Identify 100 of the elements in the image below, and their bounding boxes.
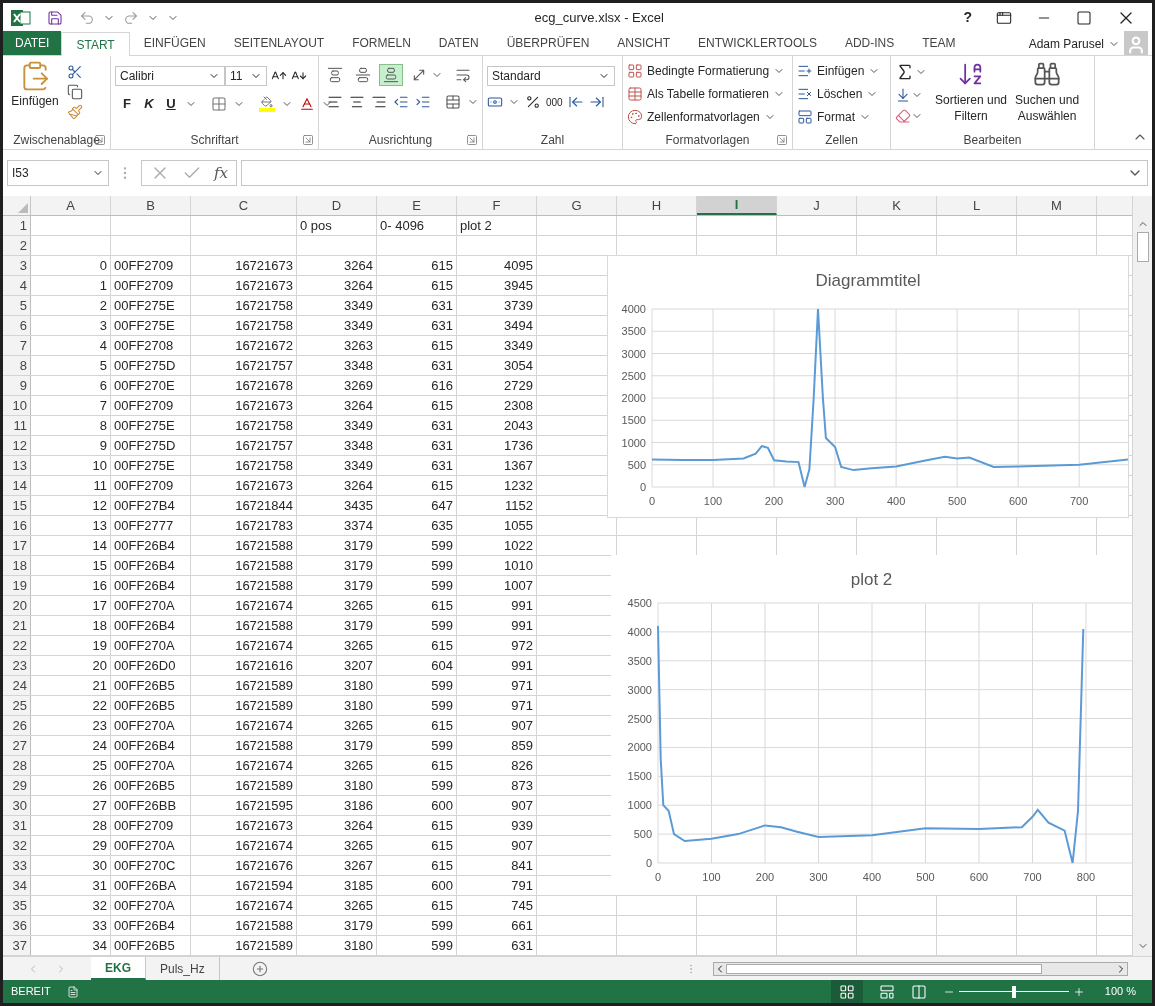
align-center-icon[interactable]	[349, 94, 365, 110]
row-header[interactable]: 11	[3, 416, 31, 435]
row-header[interactable]: 29	[3, 776, 31, 795]
merge-cells-icon[interactable]	[445, 94, 461, 110]
ribbon-tab[interactable]: ENTWICKLERTOOLS	[684, 31, 831, 55]
ribbon-tab[interactable]: DATEN	[424, 31, 493, 55]
font-size-field[interactable]: 11	[225, 66, 267, 86]
ribbon-tab[interactable]: START	[61, 32, 130, 56]
row-header[interactable]: 18	[3, 556, 31, 575]
column-header[interactable]: J	[777, 196, 857, 215]
redo-icon[interactable]	[123, 9, 139, 26]
styles-menu-button[interactable]: Zellenformatvorlagen	[627, 108, 786, 126]
row-header[interactable]: 7	[3, 336, 31, 355]
ribbon-tab[interactable]: ANSICHT	[603, 31, 684, 55]
row-header[interactable]: 3	[3, 256, 31, 275]
row-header[interactable]: 15	[3, 496, 31, 515]
row-header[interactable]: 32	[3, 836, 31, 855]
column-header[interactable]: F	[457, 196, 537, 215]
row-header[interactable]: 35	[3, 896, 31, 915]
row-header[interactable]: 4	[3, 276, 31, 295]
select-all-icon[interactable]	[18, 203, 28, 213]
file-tab[interactable]: DATEI	[3, 31, 62, 55]
sheet-tab[interactable]: EKG	[91, 957, 146, 980]
column-header[interactable]: G	[537, 196, 617, 215]
row-header[interactable]: 37	[3, 936, 31, 955]
percent-icon[interactable]	[525, 94, 541, 110]
format-painter-icon[interactable]	[67, 104, 83, 120]
find-select-button[interactable]: Suchen und Auswählen	[1015, 60, 1080, 131]
maximize-icon[interactable]	[1076, 9, 1092, 26]
row-header[interactable]: 24	[3, 676, 31, 695]
scrollbar-thumb[interactable]	[1136, 232, 1149, 262]
align-right-icon[interactable]	[371, 94, 387, 110]
user-name[interactable]: Adam Parusel	[1028, 34, 1104, 53]
save-icon[interactable]	[47, 9, 63, 26]
horizontal-scrollbar[interactable]	[713, 961, 1128, 976]
zoom-level[interactable]: 100 %	[1104, 983, 1136, 1000]
row-header[interactable]: 8	[3, 356, 31, 375]
column-header[interactable]: I	[697, 196, 777, 215]
row-header[interactable]: 27	[3, 736, 31, 755]
number-format-field[interactable]: Standard	[487, 66, 615, 86]
spreadsheet-logo-icon[interactable]	[11, 8, 31, 27]
fill-icon[interactable]	[895, 87, 911, 103]
row-header[interactable]: 13	[3, 456, 31, 475]
row-header[interactable]: 36	[3, 916, 31, 935]
column-header[interactable]: C	[191, 196, 297, 215]
decrease-decimal-icon[interactable]	[588, 94, 605, 110]
row-header[interactable]: 31	[3, 816, 31, 835]
row-header[interactable]: 34	[3, 876, 31, 895]
row-header[interactable]: 6	[3, 316, 31, 335]
row-header[interactable]: 10	[3, 396, 31, 415]
italic-button[interactable]: K	[141, 94, 157, 114]
column-header[interactable]: L	[937, 196, 1017, 215]
fill-color-icon[interactable]	[259, 95, 275, 112]
column-header[interactable]: K	[857, 196, 937, 215]
page-layout-icon[interactable]	[878, 983, 895, 1000]
copy-icon[interactable]	[67, 84, 83, 100]
row-header[interactable]: 21	[3, 616, 31, 635]
row-header[interactable]: 25	[3, 696, 31, 715]
column-header[interactable]: D	[297, 196, 377, 215]
cells-menu-button[interactable]: Löschen	[797, 85, 881, 103]
orientation-icon[interactable]	[411, 67, 427, 83]
bold-button[interactable]: F	[119, 94, 135, 114]
insert-function-button[interactable]: fx	[214, 161, 228, 185]
column-header[interactable]: E	[377, 196, 457, 215]
column-header[interactable]: B	[111, 196, 191, 215]
indent-increase-icon[interactable]	[415, 94, 431, 110]
font-color-icon[interactable]	[299, 95, 315, 112]
undo-icon[interactable]	[79, 9, 95, 26]
zoom-slider[interactable]	[958, 985, 1069, 998]
cells-menu-button[interactable]: Einfügen	[797, 62, 881, 80]
cut-icon[interactable]	[67, 64, 83, 80]
borders-icon[interactable]	[211, 95, 227, 112]
chart-area[interactable]: Diagrammtitel 0 500 1000 1500 2000 2500 3000 3500 4000 0 100 200 300 400 500 600 700	[607, 255, 1129, 518]
sort-filter-button[interactable]: Sortieren und Filtern	[935, 60, 1008, 131]
wrap-text-icon[interactable]	[455, 67, 471, 83]
ribbon-tab[interactable]: ÜBERPRÜFEN	[492, 31, 604, 55]
row-header[interactable]: 1	[3, 216, 31, 235]
row-header[interactable]: 9	[3, 376, 31, 395]
thousands-separator-button[interactable]: 000	[546, 94, 563, 110]
row-header[interactable]: 33	[3, 856, 31, 875]
increase-decimal-icon[interactable]	[567, 94, 584, 110]
page-break-icon[interactable]	[910, 983, 927, 1000]
ribbon-display-icon[interactable]	[996, 9, 1012, 26]
normal-view-icon[interactable]	[838, 983, 855, 1000]
row-header[interactable]: 2	[3, 236, 31, 255]
row-header[interactable]: 22	[3, 636, 31, 655]
row-header[interactable]: 12	[3, 436, 31, 455]
row-header[interactable]: 5	[3, 296, 31, 315]
help-button[interactable]: ?	[955, 7, 980, 28]
ribbon-tab[interactable]: TEAM	[908, 31, 970, 55]
row-header[interactable]: 17	[3, 536, 31, 555]
align-left-icon[interactable]	[327, 94, 343, 110]
formula-field[interactable]	[241, 160, 1148, 186]
row-header[interactable]: 23	[3, 656, 31, 675]
font-name-field[interactable]: Calibri	[115, 66, 225, 86]
underline-button[interactable]: U	[163, 94, 179, 114]
scrollbar-thumb[interactable]	[726, 963, 1042, 974]
currency-icon[interactable]	[487, 94, 503, 110]
styles-menu-button[interactable]: Als Tabelle formatieren	[627, 85, 786, 103]
name-box[interactable]: I53	[7, 160, 109, 186]
